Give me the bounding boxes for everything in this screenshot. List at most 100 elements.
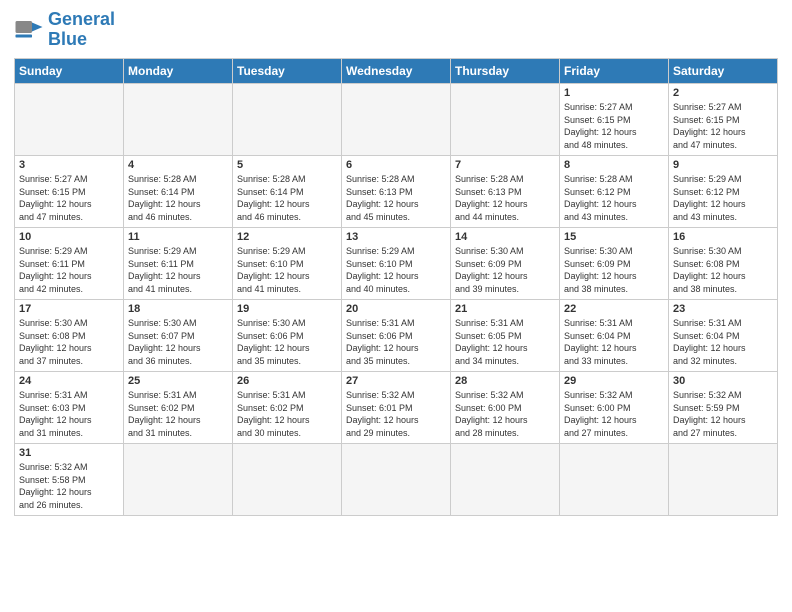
calendar-cell: 9 Sunrise: 5:29 AMSunset: 6:12 PMDaylight… [669, 156, 778, 228]
calendar-cell: 16Sunrise: 5:30 AMSunset: 6:08 PMDayligh… [669, 228, 778, 300]
calendar-week-row: 24 Sunrise: 5:31 AMSunset: 6:03 PMDayligh… [15, 372, 778, 444]
calendar-cell: 2Sunrise: 5:27 AMSunset: 6:15 PMDaylight… [669, 84, 778, 156]
day-number: 7 [455, 159, 555, 171]
day-info: Sunrise: 5:29 AMSunset: 6:10 PMDaylight:… [346, 245, 446, 295]
calendar-cell: 21 Sunrise: 5:31 AMSunset: 6:05 PMDayligh… [451, 300, 560, 372]
calendar-week-row: 1 Sunrise: 5:27 AMSunset: 6:15 PMDaylight… [15, 84, 778, 156]
calendar-week-row: 10 Sunrise: 5:29 AMSunset: 6:11 PMDayligh… [15, 228, 778, 300]
day-info: Sunrise: 5:29 AMSunset: 6:12 PMDaylight:… [673, 173, 773, 223]
calendar-cell: 15 Sunrise: 5:30 AMSunset: 6:09 PMDayligh… [560, 228, 669, 300]
day-info: Sunrise: 5:27 AMSunset: 6:15 PMDaylight:… [673, 101, 773, 151]
calendar-cell: 28 Sunrise: 5:32 AMSunset: 6:00 PMDayligh… [451, 372, 560, 444]
day-number: 6 [346, 159, 446, 171]
day-number: 30 [673, 375, 773, 387]
calendar-cell: 30Sunrise: 5:32 AMSunset: 5:59 PMDayligh… [669, 372, 778, 444]
calendar-cell: 8Sunrise: 5:28 AMSunset: 6:12 PMDaylight… [560, 156, 669, 228]
header-friday: Friday [560, 59, 669, 84]
day-info: Sunrise: 5:29 AMSunset: 6:10 PMDaylight:… [237, 245, 337, 295]
calendar-cell [342, 444, 451, 516]
day-info: Sunrise: 5:30 AMSunset: 6:09 PMDaylight:… [564, 245, 664, 295]
logo: GeneralBlue [14, 10, 115, 50]
day-number: 31 [19, 447, 119, 459]
calendar-cell: 20 Sunrise: 5:31 AMSunset: 6:06 PMDayligh… [342, 300, 451, 372]
day-number: 9 [673, 159, 773, 171]
day-number: 17 [19, 303, 119, 315]
calendar-cell: 3 Sunrise: 5:27 AMSunset: 6:15 PMDaylight… [15, 156, 124, 228]
day-number: 13 [346, 231, 446, 243]
day-info: Sunrise: 5:31 AMSunset: 6:03 PMDaylight:… [19, 389, 119, 439]
logo-icon [14, 15, 44, 45]
calendar-cell: 4 Sunrise: 5:28 AMSunset: 6:14 PMDaylight… [124, 156, 233, 228]
day-number: 23 [673, 303, 773, 315]
calendar-cell: 1 Sunrise: 5:27 AMSunset: 6:15 PMDaylight… [560, 84, 669, 156]
day-info: Sunrise: 5:27 AMSunset: 6:15 PMDaylight:… [19, 173, 119, 223]
day-info: Sunrise: 5:28 AMSunset: 6:12 PMDaylight:… [564, 173, 664, 223]
day-number: 3 [19, 159, 119, 171]
header-sunday: Sunday [15, 59, 124, 84]
day-info: Sunrise: 5:31 AMSunset: 6:02 PMDaylight:… [237, 389, 337, 439]
calendar-cell: 29Sunrise: 5:32 AMSunset: 6:00 PMDayligh… [560, 372, 669, 444]
calendar-cell [124, 84, 233, 156]
day-info: Sunrise: 5:32 AMSunset: 6:01 PMDaylight:… [346, 389, 446, 439]
day-number: 27 [346, 375, 446, 387]
day-info: Sunrise: 5:32 AMSunset: 5:58 PMDaylight:… [19, 461, 119, 511]
calendar-week-row: 31 Sunrise: 5:32 AMSunset: 5:58 PMDayligh… [15, 444, 778, 516]
calendar-cell: 6Sunrise: 5:28 AMSunset: 6:13 PMDaylight… [342, 156, 451, 228]
day-info: Sunrise: 5:30 AMSunset: 6:08 PMDaylight:… [673, 245, 773, 295]
calendar-cell [669, 444, 778, 516]
day-number: 12 [237, 231, 337, 243]
day-info: Sunrise: 5:29 AMSunset: 6:11 PMDaylight:… [19, 245, 119, 295]
calendar-cell [451, 444, 560, 516]
calendar-cell: 10 Sunrise: 5:29 AMSunset: 6:11 PMDayligh… [15, 228, 124, 300]
day-number: 18 [128, 303, 228, 315]
day-number: 4 [128, 159, 228, 171]
day-info: Sunrise: 5:30 AMSunset: 6:09 PMDaylight:… [455, 245, 555, 295]
day-info: Sunrise: 5:31 AMSunset: 6:05 PMDaylight:… [455, 317, 555, 367]
day-info: Sunrise: 5:32 AMSunset: 6:00 PMDaylight:… [455, 389, 555, 439]
calendar-cell: 12 Sunrise: 5:29 AMSunset: 6:10 PMDayligh… [233, 228, 342, 300]
calendar-cell [342, 84, 451, 156]
day-number: 21 [455, 303, 555, 315]
day-info: Sunrise: 5:30 AMSunset: 6:07 PMDaylight:… [128, 317, 228, 367]
day-number: 25 [128, 375, 228, 387]
day-number: 28 [455, 375, 555, 387]
day-info: Sunrise: 5:28 AMSunset: 6:14 PMDaylight:… [237, 173, 337, 223]
calendar: Sunday Monday Tuesday Wednesday Thursday… [14, 58, 778, 516]
header-thursday: Thursday [451, 59, 560, 84]
page: GeneralBlue Sunday Monday Tuesday Wednes… [0, 0, 792, 612]
day-info: Sunrise: 5:31 AMSunset: 6:04 PMDaylight:… [673, 317, 773, 367]
logo-text: GeneralBlue [48, 10, 115, 50]
calendar-cell [233, 444, 342, 516]
calendar-cell [124, 444, 233, 516]
calendar-cell: 7 Sunrise: 5:28 AMSunset: 6:13 PMDaylight… [451, 156, 560, 228]
weekday-header-row: Sunday Monday Tuesday Wednesday Thursday… [15, 59, 778, 84]
day-info: Sunrise: 5:28 AMSunset: 6:14 PMDaylight:… [128, 173, 228, 223]
calendar-cell: 5 Sunrise: 5:28 AMSunset: 6:14 PMDaylight… [233, 156, 342, 228]
calendar-cell: 17Sunrise: 5:30 AMSunset: 6:08 PMDayligh… [15, 300, 124, 372]
calendar-cell: 27 Sunrise: 5:32 AMSunset: 6:01 PMDayligh… [342, 372, 451, 444]
header-monday: Monday [124, 59, 233, 84]
header: GeneralBlue [14, 10, 778, 50]
day-number: 11 [128, 231, 228, 243]
calendar-cell: 24 Sunrise: 5:31 AMSunset: 6:03 PMDayligh… [15, 372, 124, 444]
calendar-cell: 14Sunrise: 5:30 AMSunset: 6:09 PMDayligh… [451, 228, 560, 300]
day-info: Sunrise: 5:30 AMSunset: 6:06 PMDaylight:… [237, 317, 337, 367]
day-info: Sunrise: 5:28 AMSunset: 6:13 PMDaylight:… [455, 173, 555, 223]
calendar-cell: 19Sunrise: 5:30 AMSunset: 6:06 PMDayligh… [233, 300, 342, 372]
day-number: 1 [564, 87, 664, 99]
day-number: 20 [346, 303, 446, 315]
calendar-cell: 31 Sunrise: 5:32 AMSunset: 5:58 PMDayligh… [15, 444, 124, 516]
header-wednesday: Wednesday [342, 59, 451, 84]
day-info: Sunrise: 5:27 AMSunset: 6:15 PMDaylight:… [564, 101, 664, 151]
day-info: Sunrise: 5:31 AMSunset: 6:04 PMDaylight:… [564, 317, 664, 367]
calendar-cell: 11 Sunrise: 5:29 AMSunset: 6:11 PMDayligh… [124, 228, 233, 300]
day-number: 5 [237, 159, 337, 171]
day-number: 10 [19, 231, 119, 243]
calendar-cell: 25Sunrise: 5:31 AMSunset: 6:02 PMDayligh… [124, 372, 233, 444]
day-number: 15 [564, 231, 664, 243]
day-info: Sunrise: 5:31 AMSunset: 6:06 PMDaylight:… [346, 317, 446, 367]
day-number: 24 [19, 375, 119, 387]
day-info: Sunrise: 5:29 AMSunset: 6:11 PMDaylight:… [128, 245, 228, 295]
calendar-cell: 22Sunrise: 5:31 AMSunset: 6:04 PMDayligh… [560, 300, 669, 372]
day-number: 29 [564, 375, 664, 387]
